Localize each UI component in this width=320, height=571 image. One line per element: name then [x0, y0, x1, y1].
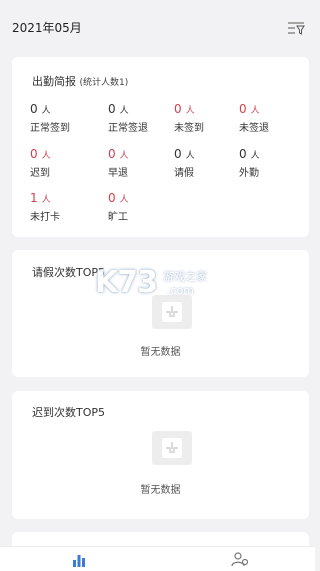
- late-top5-card: 迟到次数TOP5 暂无数据: [12, 391, 309, 519]
- bottom-tab-bar: [0, 546, 315, 571]
- stat-unit: 人: [41, 195, 51, 205]
- stat-value: 0: [174, 147, 182, 161]
- empty-text: 暂无数据: [140, 347, 181, 358]
- summary-title: 出勤简报 (统计人数1): [32, 73, 128, 89]
- summary-title-text: 出勤简报: [32, 75, 76, 88]
- stat-value: 1: [30, 191, 38, 205]
- stat-value: 0: [108, 147, 116, 161]
- stat-unit: 人: [119, 106, 129, 116]
- stat-unit: 人: [119, 195, 129, 205]
- stat-unit: 人: [185, 106, 195, 116]
- stat-value: 0: [108, 191, 116, 205]
- stat-value: 0: [239, 102, 247, 116]
- stat-value: 0: [239, 147, 247, 161]
- stat-unit: 人: [250, 106, 260, 116]
- stat-label: 请假: [174, 168, 194, 179]
- watermark-brand: K73: [95, 265, 158, 300]
- stat-value: 0: [30, 147, 38, 161]
- stat-absent[interactable]: 0人 旷工: [108, 187, 178, 223]
- stat-unit: 人: [185, 151, 195, 161]
- stat-late[interactable]: 0人 迟到: [30, 143, 100, 179]
- empty-box-icon: [152, 431, 192, 465]
- stat-label: 旷工: [108, 212, 128, 223]
- stat-missed-punch[interactable]: 1人 未打卡: [30, 187, 100, 223]
- watermark-domain: .com: [167, 284, 194, 297]
- month-selector[interactable]: 2021年05月: [12, 19, 82, 36]
- stat-unit: 人: [41, 106, 51, 116]
- summary-subtitle: (统计人数1): [79, 78, 129, 88]
- stat-label: 正常签到: [30, 123, 70, 134]
- stat-leave[interactable]: 0人 请假: [174, 143, 244, 179]
- watermark-logo: K73 游戏之家 .com: [95, 265, 235, 305]
- empty-text: 暂无数据: [140, 485, 181, 496]
- watermark-cn: 游戏之家: [163, 270, 207, 283]
- stat-not-checked-in[interactable]: 0人 未签到: [174, 98, 244, 134]
- top-bar: 2021年05月: [0, 0, 315, 46]
- stat-label: 正常签退: [108, 123, 148, 134]
- stat-label: 未签到: [174, 123, 204, 134]
- stat-normal-checkout[interactable]: 0人 正常签退: [108, 98, 178, 134]
- stat-value: 0: [30, 102, 38, 116]
- stat-label: 早退: [108, 168, 128, 179]
- filter-icon[interactable]: [287, 20, 305, 35]
- stat-label: 迟到: [30, 168, 50, 179]
- bar-chart-icon[interactable]: [72, 552, 86, 571]
- stat-unit: 人: [119, 151, 129, 161]
- stat-normal-checkin[interactable]: 0人 正常签到: [30, 98, 100, 134]
- stat-value: 0: [174, 102, 182, 116]
- stat-label: 未签退: [239, 123, 269, 134]
- stat-not-checked-out[interactable]: 0人 未签退: [239, 98, 309, 134]
- stat-early-leave[interactable]: 0人 早退: [108, 143, 178, 179]
- stat-unit: 人: [250, 151, 260, 161]
- late-top5-title: 迟到次数TOP5: [32, 406, 106, 419]
- stat-field-work[interactable]: 0人 外勤: [239, 143, 309, 179]
- attendance-summary-card: 出勤简报 (统计人数1) 0人 正常签到 0人 正常签退 0人 未签到 0人 未…: [12, 57, 309, 237]
- stat-unit: 人: [41, 151, 51, 161]
- people-settings-icon[interactable]: [231, 551, 249, 571]
- stat-label: 外勤: [239, 168, 259, 179]
- stat-label: 未打卡: [30, 212, 60, 223]
- stat-value: 0: [108, 102, 116, 116]
